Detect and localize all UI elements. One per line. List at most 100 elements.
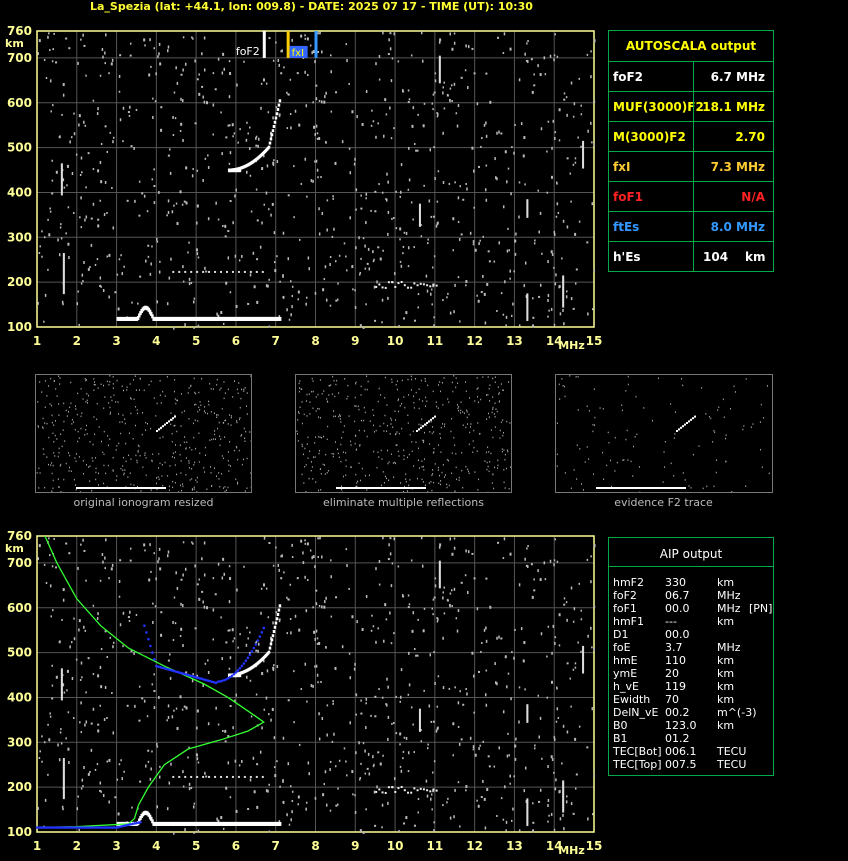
aip-row-name: B0: [613, 719, 628, 732]
autoscala-row-value: 2.70: [735, 130, 765, 144]
aip-row: Ewidth 70 km: [613, 693, 773, 706]
autoscala-divider: [693, 92, 694, 122]
x-tick-label: 13: [506, 334, 523, 348]
thumbnail-original: [35, 374, 252, 493]
e-layer-trace: [116, 305, 282, 321]
y-tick-label: 700: [7, 51, 32, 65]
aip-row-value: 3.7: [665, 641, 683, 654]
autoscala-row: ftEs 8.0 MHz: [609, 211, 773, 242]
caption-f2-trace: evidence F2 trace: [614, 496, 713, 509]
autoscala-row: h'Es 104 km: [609, 241, 773, 272]
x-tick-label: 15: [586, 334, 603, 348]
x-tick-label: 8: [311, 334, 319, 348]
aip-row: h_vE 119 km: [613, 680, 773, 693]
x-tick-label: 11: [427, 334, 444, 348]
x-tick-label: 2: [73, 334, 81, 348]
autoscala-divider: [693, 62, 694, 92]
autoscala-row-value: 7.3 MHz: [710, 160, 765, 174]
autoscala-divider: [693, 212, 694, 242]
x-tick-label: 6: [232, 334, 240, 348]
aip-row-value: 00.0: [665, 628, 690, 641]
aip-row-name: TEC[Top]: [613, 758, 662, 771]
aip-row-unit: km: [717, 719, 735, 732]
autoscala-row-label: h'Es: [613, 250, 641, 264]
thumbnail-eliminated: [295, 374, 512, 493]
x-tick-label: 10: [387, 334, 404, 348]
aip-title: AIP output: [609, 538, 773, 567]
autoscala-row-value: 6.7 MHz: [710, 70, 765, 84]
x-tick-label: 4: [152, 334, 160, 348]
autoscala-panel: AUTOSCALA output foF2 6.7 MHz MUF(3000)F2 1…: [608, 30, 774, 272]
fxi-marker-label: fxI: [292, 48, 304, 59]
autoscala-row: M(3000)F2 2.70: [609, 121, 773, 152]
autoscala-row: foF1 N/A: [609, 181, 773, 212]
y-unit-label: km: [5, 37, 24, 50]
fof2-marker-label: foF2: [236, 45, 260, 58]
y-tick-label: 100: [7, 320, 32, 334]
aip-row-unit: TECU: [717, 758, 747, 771]
y-tick-label: 400: [7, 185, 32, 199]
aip-row-value: ---: [665, 615, 677, 628]
aip-row-value: 00.2: [665, 706, 690, 719]
fxi-marker: [286, 31, 290, 58]
autoscala-row-label: MUF(3000)F2: [613, 100, 704, 114]
aip-row-name: foF2: [613, 589, 637, 602]
y-tick-label: 760: [7, 24, 32, 38]
aip-row: hmF2 330 km: [613, 576, 773, 589]
aip-row: B0 123.0 km: [613, 719, 773, 732]
x-tick-label: 3: [112, 334, 120, 348]
aip-row: ymE 20 km: [613, 667, 773, 680]
autoscala-title: AUTOSCALA output: [625, 39, 757, 53]
autoscala-row-value: N/A: [741, 190, 765, 204]
x-tick-label: 5: [192, 334, 200, 348]
autoscala-divider: [693, 182, 694, 212]
y-tick-label: 200: [7, 275, 32, 289]
aip-row: hmE 110 km: [613, 654, 773, 667]
aip-row-extra: [PN]: [749, 602, 773, 615]
aip-row-name: hmE: [613, 654, 638, 667]
autoscala-row: foF2 6.7 MHz: [609, 61, 773, 92]
aip-row-value: 006.1: [665, 745, 697, 758]
aip-row: foE 3.7 MHz: [613, 641, 773, 654]
autoscala-row-label: M(3000)F2: [613, 130, 686, 144]
aip-row-value: 110: [665, 654, 686, 667]
aip-panel: AIP output hmF2 330 km foF2 06.7 MHz foF1 00.0 M…: [608, 537, 774, 776]
aip-row: hmF1 --- km: [613, 615, 773, 628]
aip-row-name: foF1: [613, 602, 637, 615]
y-tick-label: 600: [7, 96, 32, 110]
aip-row-unit: km: [717, 680, 735, 693]
y-tick-label: 500: [7, 141, 32, 155]
aip-row-name: ymE: [613, 667, 638, 680]
aip-row-value: 00.0: [665, 602, 690, 615]
x-tick-label: 1: [33, 334, 41, 348]
aip-row: DelN_vE 00.2 m^(-3): [613, 706, 773, 719]
aip-row-unit: MHz: [717, 602, 741, 615]
autoscala-divider: [693, 122, 694, 152]
noise-specks: [37, 31, 596, 330]
aip-row-name: h_vE: [613, 680, 639, 693]
aip-row: TEC[Top] 007.5 TECU: [613, 758, 773, 771]
aip-row-value: 119: [665, 680, 686, 693]
autoscala-row-label: fxI: [613, 160, 631, 174]
aip-row-unit: MHz: [717, 641, 741, 654]
autoscala-divider: [693, 242, 694, 272]
autoscala-row-label: foF2: [613, 70, 644, 84]
aip-row-unit: km: [717, 693, 735, 706]
aip-row-unit: MHz: [717, 589, 741, 602]
aip-row-name: DelN_vE: [613, 706, 659, 719]
aip-row-unit: TECU: [717, 745, 747, 758]
aip-row-name: Ewidth: [613, 693, 651, 706]
x-unit-label: MHz: [558, 339, 585, 352]
aip-row-value: 70: [665, 693, 679, 706]
autoscala-divider: [693, 152, 694, 182]
aip-row: D1 00.0: [613, 628, 773, 641]
aip-row-name: hmF2: [613, 576, 645, 589]
autoscala-row-value: 18.1 MHz: [702, 100, 765, 114]
aip-row-unit: km: [717, 615, 735, 628]
aip-row-value: 01.2: [665, 732, 690, 745]
y-tick-label: 300: [7, 230, 32, 244]
aip-row-unit: km: [717, 576, 735, 589]
aip-row: B1 01.2: [613, 732, 773, 745]
autoscala-row-value: 8.0 MHz: [710, 220, 765, 234]
x-tick-label: 9: [351, 334, 359, 348]
